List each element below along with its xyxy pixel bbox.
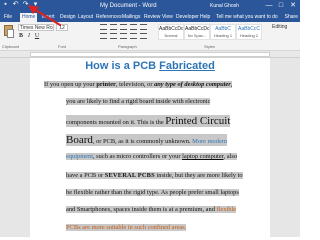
tell-me-box[interactable]: Tell me what you want to do	[216, 13, 278, 22]
line-text-run: printer	[96, 81, 116, 88]
align-left-icon[interactable]	[100, 33, 107, 39]
tab-mailings[interactable]: Mailings	[120, 13, 142, 22]
document-line: you are likely to find a rigid board ins…	[66, 98, 211, 105]
paragraph-buttons-row1	[100, 24, 147, 30]
ribbon-home: Times New Ro 12 B I U AaBbCcDc Normal Aa…	[0, 22, 300, 51]
title-bar: ▪ ↶ ↷ ▾ My Document - Word Kunal Ghosh —…	[0, 0, 300, 12]
font-format-buttons: B I U	[18, 33, 40, 40]
line-text-run: components mounted on it. This is the	[66, 119, 166, 126]
document-line: and Smartphones, spaces inside them is a…	[66, 206, 237, 213]
document-line: components mounted on it. This is the Pr…	[66, 115, 231, 127]
line-text-run: have a PCB or	[66, 172, 105, 179]
style-normal[interactable]: AaBbCcDc Normal	[158, 24, 184, 40]
heading-underlined-text: Fabricated	[159, 60, 215, 72]
bold-button[interactable]: B	[18, 33, 24, 40]
line-text-run: flexible	[216, 206, 237, 213]
line-text-run: laptop computer	[182, 153, 224, 160]
document-line: be flexible rather than the rigid type. …	[66, 189, 239, 196]
line-text-run: be flexible rather than the rigid type. …	[66, 189, 239, 196]
tab-help[interactable]: Help	[198, 13, 212, 22]
document-line: have a PCB or SEVERAL PCBS inside, but t…	[66, 172, 243, 179]
user-name[interactable]: Kunal Ghosh	[210, 1, 239, 11]
tab-view[interactable]: View	[160, 13, 175, 22]
multilevel-list-icon[interactable]	[120, 24, 127, 30]
quick-access-toolbar: ▪ ↶ ↷ ▾	[2, 1, 39, 9]
document-page[interactable]: How is a PCB Fabricated If you open up y…	[30, 58, 270, 237]
document-line: If you open up your printer, television,…	[44, 81, 233, 88]
redo-icon[interactable]: ↷	[22, 1, 29, 9]
line-text-run: SEVERAL PCBS	[104, 172, 155, 179]
tab-developer[interactable]: Developer	[174, 13, 201, 22]
align-center-icon[interactable]	[110, 33, 117, 39]
window-controls: — □ ✕	[263, 0, 299, 12]
align-right-icon[interactable]	[120, 33, 127, 39]
decrease-indent-icon[interactable]	[130, 24, 137, 30]
line-text-run: Board	[66, 134, 93, 146]
style-heading-2[interactable]: AaBbCcC Heading 2	[236, 24, 262, 40]
justify-icon[interactable]	[130, 33, 137, 39]
line-text-run: you are likely to find a rigid board ins…	[66, 98, 211, 105]
ribbon-tabs: File Home Insert Design Layout Reference…	[0, 12, 300, 22]
horizontal-ruler[interactable]	[0, 51, 300, 58]
paste-sheet-icon	[7, 29, 14, 38]
line-text-run: inside, but they are more likely to	[154, 172, 243, 179]
style-no-spacing[interactable]: AaBbCcDc No Spac...	[184, 24, 210, 40]
line-text-run: , or PCB, as it is commonly unknown.	[92, 138, 193, 145]
line-text-run: ,	[230, 81, 233, 88]
close-button[interactable]: ✕	[287, 0, 299, 12]
numbering-icon[interactable]	[110, 24, 117, 30]
group-label-styles: Styles	[204, 44, 215, 49]
ribbon-group-labels: Clipboard Font Paragraph Styles	[0, 44, 300, 50]
tab-insert[interactable]: Insert	[40, 13, 57, 22]
ruler-track	[30, 52, 270, 57]
document-area: How is a PCB Fabricated If you open up y…	[0, 58, 300, 237]
line-text-run: , television, or	[115, 81, 155, 88]
increase-indent-icon[interactable]	[140, 24, 147, 30]
save-icon[interactable]: ▪	[2, 1, 9, 9]
underline-button[interactable]: U	[34, 33, 40, 40]
line-spacing-icon[interactable]	[140, 33, 147, 39]
group-label-clipboard: Clipboard	[2, 44, 20, 49]
undo-icon[interactable]: ↶	[12, 1, 19, 9]
document-line: PCBs are more suitable in such confined …	[66, 224, 187, 231]
bullets-icon[interactable]	[100, 24, 107, 30]
maximize-button[interactable]: □	[275, 0, 287, 12]
line-text-run: Printed Circuit	[165, 115, 231, 127]
style-heading-1[interactable]: AaBbC Heading 1	[210, 24, 236, 40]
minimize-button[interactable]: —	[263, 0, 275, 12]
line-text-run: equipment	[66, 153, 93, 160]
paste-button[interactable]	[2, 24, 15, 40]
tab-design[interactable]: Design	[58, 13, 78, 22]
share-button[interactable]: Share	[285, 13, 298, 22]
line-text-run: If you open up your	[44, 81, 97, 88]
document-line: Board, or PCB, as it is commonly unknown…	[66, 134, 228, 146]
font-size-dropdown[interactable]: 12	[56, 24, 68, 31]
group-label-paragraph: Paragraph	[118, 44, 137, 49]
line-text-run: PCBs are more suitable in such confined …	[66, 224, 187, 231]
tab-file[interactable]: File	[2, 13, 14, 22]
line-text-run: and Smartphones, spaces inside them is a…	[66, 206, 217, 213]
tab-layout[interactable]: Layout	[76, 13, 95, 22]
line-text-run: , such as micro controllers or your	[92, 153, 183, 160]
customize-icon[interactable]: ▾	[32, 1, 39, 9]
document-line: equipment, such as micro controllers or …	[66, 153, 238, 160]
document-title: My Document - Word	[100, 3, 157, 9]
paragraph-buttons-row2	[100, 33, 147, 39]
line-text-run: , also	[223, 153, 238, 160]
group-label-font: Font	[58, 44, 67, 49]
line-text-run: any type of desktop computer	[154, 81, 231, 88]
editing-button[interactable]: Editing	[272, 24, 298, 30]
italic-button[interactable]: I	[26, 33, 32, 40]
tab-home[interactable]: Home	[20, 13, 38, 22]
line-text-run: More modern	[192, 138, 228, 145]
font-name-dropdown[interactable]: Times New Ro	[18, 24, 54, 31]
document-heading: How is a PCB Fabricated	[30, 60, 270, 72]
heading-text: How is a PCB	[85, 60, 160, 72]
styles-gallery: AaBbCcDc Normal AaBbCcDc No Spac... AaBb…	[158, 24, 262, 40]
